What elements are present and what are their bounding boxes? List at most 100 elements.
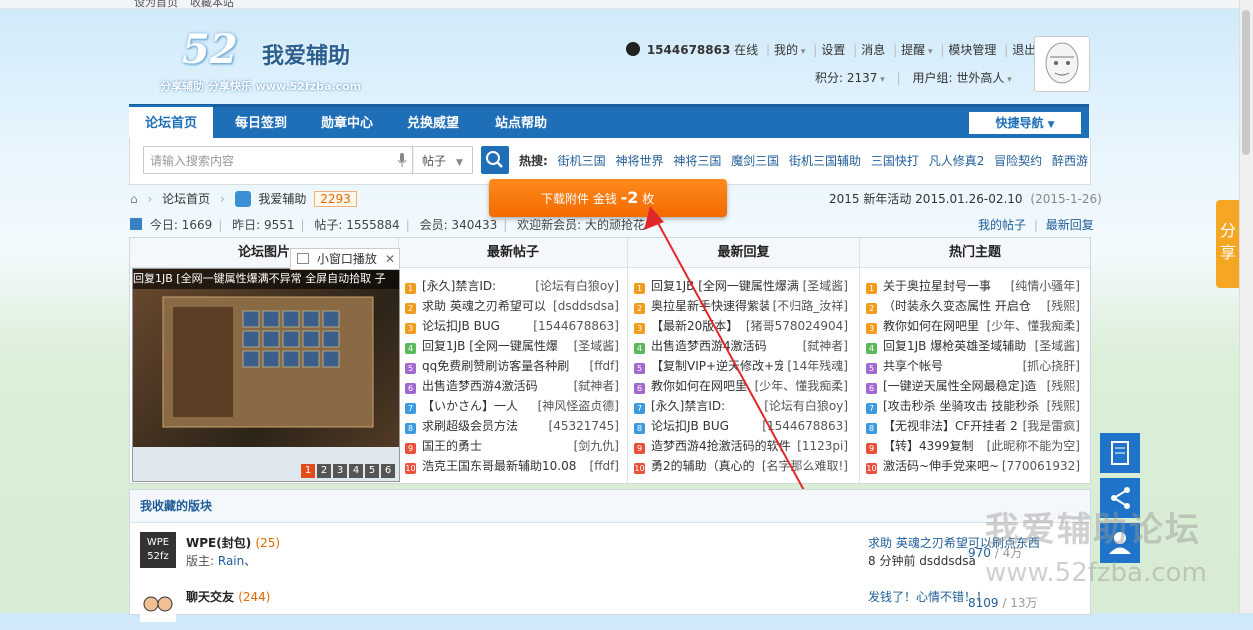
list-item[interactable]: 3 论坛扣JB BUG [1544678863] [405, 316, 619, 336]
list-item[interactable]: 6 [一键逆天属性全网最稳定]造 [残熙] [866, 376, 1080, 396]
search-scope-select[interactable]: 帖子 ▼ [413, 146, 473, 174]
nav-exchange[interactable]: 兑换威望 [391, 107, 475, 141]
list-item[interactable]: 6 出售造梦西游4激活码 [弑神者] [405, 376, 619, 396]
avatar[interactable] [1034, 36, 1090, 92]
author-link[interactable]: [纯情小骚年] [1006, 276, 1080, 296]
nav-help[interactable]: 站点帮助 [479, 107, 563, 141]
hot-link[interactable]: 街机三国辅助 [789, 154, 861, 168]
slide-page[interactable]: 1 [301, 464, 315, 478]
menu-logout[interactable]: 退出 [1012, 43, 1036, 57]
list-item[interactable]: 7 【いかさん】一人 [神风怪盗贞德] [405, 396, 619, 416]
topic-link[interactable]: 【无视非法】CF开挂者 2 [883, 419, 1018, 433]
list-item[interactable]: 5 qq免费刷赞刷访客量各种刷 [ffdf] [405, 356, 619, 376]
nav-medal-center[interactable]: 勋章中心 [305, 107, 389, 141]
author-link[interactable]: [少年、懂我痴柔] [982, 316, 1080, 336]
topic-link[interactable]: [攻击秒杀 坐骑攻击 技能秒杀 [883, 399, 1039, 413]
list-item[interactable]: 2 （时装永久变态属性 开启仓 [残熙] [866, 296, 1080, 316]
hot-link[interactable]: 三国快打 [871, 154, 919, 168]
slide-page[interactable]: 3 [333, 464, 347, 478]
list-item[interactable]: 4 回复1JB 爆枪英雄圣域辅助 [圣域酱] [866, 336, 1080, 356]
list-item[interactable]: 8 求刷超级会员方法 [45321745] [405, 416, 619, 436]
username[interactable]: 1544678863 [647, 43, 731, 57]
last-post-link[interactable]: 发钱了！心情不错！！ [868, 588, 988, 605]
slide-page[interactable]: 2 [317, 464, 331, 478]
forum-row[interactable]: WPE 52fz WPE(封包) (25) 版主: Rain、 970 / 4万… [140, 532, 1080, 576]
latest-reply-link[interactable]: 最新回复 [1046, 218, 1094, 232]
quick-nav-button[interactable]: 快捷导航 ▼ [969, 112, 1081, 134]
topic-link[interactable]: 激活码~伸手党来吧~ [883, 459, 999, 473]
topic-link[interactable]: qq免费刷赞刷访客量各种刷 [422, 359, 569, 373]
author-link[interactable]: [抓心挠肝] [1018, 356, 1080, 376]
topic-link[interactable]: 回复1JB [全网一键属性爆 [422, 339, 558, 353]
slide-caption[interactable]: 回复1JB [全网一键属性爆满不异常 全屏自动拾取 子 [133, 269, 399, 289]
list-item[interactable]: 9 【转】4399复制 [此昵称不能为空] [866, 436, 1080, 456]
menu-messages[interactable]: 消息 [861, 43, 885, 57]
breadcrumb-forum[interactable]: 我爱辅助 [258, 192, 306, 206]
list-item[interactable]: 8 【无视非法】CF开挂者 2 [我是雷疯] [866, 416, 1080, 436]
hot-link[interactable]: 冒险契约 [994, 154, 1042, 168]
set-home-link[interactable]: 设为首页 [134, 0, 178, 10]
topic-link[interactable]: 国王的勇士 [422, 439, 482, 453]
search-input[interactable]: 请输入搜索内容 [143, 146, 413, 174]
menu-modules[interactable]: 模块管理 [948, 43, 996, 57]
topic-link[interactable]: 求助 英魂之刃希望可以 [422, 299, 546, 313]
topic-link[interactable]: 求刷超级会员方法 [422, 419, 518, 433]
topic-link[interactable]: 浩克王国东哥最新辅助10.08 [422, 459, 576, 473]
nav-daily-checkin[interactable]: 每日签到 [219, 107, 303, 141]
forum-row[interactable]: 聊天交友 (244) 8109 / 13万 发钱了！心情不错！！ [140, 586, 1080, 630]
topic-link[interactable]: 教你如何在网吧里 [883, 319, 979, 333]
microphone-icon[interactable] [397, 152, 407, 168]
topic-link[interactable]: 【いかさん】一人 [422, 399, 518, 413]
topic-link[interactable]: 论坛扣JB BUG [422, 319, 500, 333]
forum-name[interactable]: WPE(封包) [186, 536, 251, 550]
slide-page[interactable]: 4 [349, 464, 363, 478]
menu-my[interactable]: 我的 [774, 43, 798, 57]
author-link[interactable]: [残熙] [1042, 376, 1080, 396]
event-link[interactable]: 2015 新年活动 2015.01.26-02.10 [829, 192, 1023, 206]
moderator-link[interactable]: Rain、 [218, 554, 256, 568]
author-link[interactable]: [我是雷疯] [1018, 416, 1080, 436]
list-item[interactable]: 5 共享个帐号 [抓心挠肝] [866, 356, 1080, 376]
author-link[interactable]: [此昵称不能为空] [982, 436, 1080, 456]
list-item[interactable]: 10 激活码~伸手党来吧~ [770061932] [866, 456, 1080, 476]
home-icon[interactable]: ⌂ [130, 192, 138, 206]
logo-title[interactable]: 我爱辅助 [262, 38, 350, 70]
image-slideshow[interactable]: 回复1JB [全网一键属性爆满不异常 全屏自动拾取 子 123456 [132, 268, 400, 482]
list-item[interactable]: 1 关于奥拉星封号一事 [纯情小骚年] [866, 276, 1080, 296]
list-item[interactable]: 1 [永久]禁言ID: [论坛有白狼oy] [405, 276, 619, 296]
scrollbar-thumb[interactable] [1242, 10, 1250, 155]
forum-icon[interactable] [140, 586, 176, 622]
share-side-tab[interactable]: 分享 [1216, 200, 1240, 288]
menu-notify[interactable]: 提醒 [901, 43, 925, 57]
logo-number[interactable]: 52 [182, 26, 238, 73]
my-posts-link[interactable]: 我的帖子 [978, 218, 1026, 232]
list-item[interactable]: 3 教你如何在网吧里 [少年、懂我痴柔] [866, 316, 1080, 336]
list-item[interactable]: 2 求助 英魂之刃希望可以 [dsddsdsa] [405, 296, 619, 316]
author-link[interactable]: [圣域酱] [1030, 336, 1080, 356]
float-post-button[interactable] [1100, 433, 1140, 473]
topic-link[interactable]: （时装永久变态属性 开启仓 [883, 299, 1031, 313]
topic-link[interactable]: 出售造梦西游4激活码 [422, 379, 538, 393]
menu-settings[interactable]: 设置 [821, 43, 845, 57]
bookmark-link[interactable]: 收藏本站 [190, 0, 234, 10]
hot-link[interactable]: 街机三国 [558, 154, 606, 168]
mini-player-bar[interactable]: 小窗口播放 ✕ [290, 248, 400, 270]
hot-link[interactable]: 神将世界 [615, 154, 663, 168]
topic-link[interactable]: 共享个帐号 [883, 359, 943, 373]
scrollbar[interactable] [1239, 0, 1253, 613]
topic-link[interactable]: 回复1JB 爆枪英雄圣域辅助 [883, 339, 1026, 353]
breadcrumb-home[interactable]: 论坛首页 [162, 192, 210, 206]
forum-name[interactable]: 聊天交友 [186, 590, 234, 604]
points-link[interactable]: 积分: 2137 [815, 71, 877, 85]
close-icon[interactable]: ✕ [385, 249, 395, 269]
search-button[interactable] [481, 146, 509, 174]
author-link[interactable]: [残熙] [1042, 396, 1080, 416]
hot-link[interactable]: 神将三国 [673, 154, 721, 168]
topic-link[interactable]: 关于奥拉星封号一事 [883, 279, 991, 293]
list-item[interactable]: 4 回复1JB [全网一键属性爆 [圣域酱] [405, 336, 619, 356]
user-group-link[interactable]: 用户组: 世外高人 [913, 71, 1005, 85]
slide-page[interactable]: 6 [381, 464, 395, 478]
author-link[interactable]: [770061932] [997, 456, 1080, 476]
hot-link[interactable]: 醉西游 [1052, 154, 1088, 168]
topic-link[interactable]: [永久]禁言ID: [422, 279, 496, 293]
